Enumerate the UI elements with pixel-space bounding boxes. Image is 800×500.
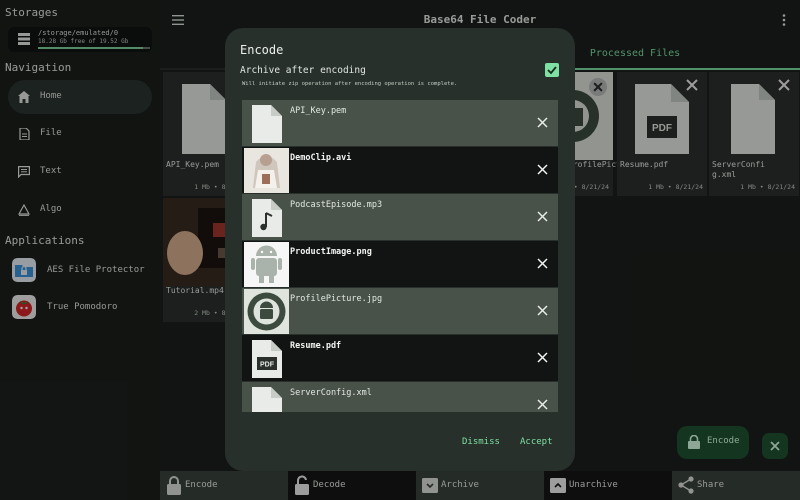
list-item[interactable]: ProfilePicture.jpg (242, 288, 558, 334)
file-name: DemoClip.avi (290, 153, 352, 163)
video-thumbnail (244, 148, 289, 193)
remove-icon[interactable] (537, 305, 548, 316)
list-item[interactable]: PDF Resume.pdf (242, 335, 558, 381)
dismiss-button[interactable]: Dismiss (462, 437, 500, 447)
remove-icon[interactable] (537, 352, 548, 363)
encode-dialog: Encode Archive after encoding Will initi… (225, 28, 575, 471)
archive-hint: Will initiate zip operation after encodi… (242, 81, 458, 87)
svg-text:PDF: PDF (260, 362, 275, 369)
remove-icon[interactable] (537, 117, 548, 128)
list-item[interactable]: API_Key.pem (242, 100, 558, 146)
list-item[interactable]: ServerConfig.xml (242, 382, 558, 412)
remove-icon[interactable] (537, 399, 548, 410)
file-name: API_Key.pem (290, 106, 347, 116)
check-icon (547, 66, 557, 75)
selected-files-list[interactable]: API_Key.pem DemoClip.avi PodcastEpisode.… (242, 100, 558, 412)
document-icon (252, 105, 282, 143)
image-thumbnail (244, 289, 289, 334)
file-name: Resume.pdf (290, 341, 342, 351)
file-name: PodcastEpisode.mp3 (290, 200, 383, 210)
list-item[interactable]: PodcastEpisode.mp3 (242, 194, 558, 240)
remove-icon[interactable] (537, 164, 548, 175)
list-item[interactable]: DemoClip.avi (242, 147, 558, 193)
music-note-icon (252, 199, 282, 237)
file-name: ServerConfig.xml (290, 388, 372, 398)
list-item[interactable]: ProductImage.png (242, 241, 558, 287)
document-icon (252, 387, 282, 412)
accept-button[interactable]: Accept (520, 437, 553, 447)
remove-icon[interactable] (537, 211, 548, 222)
dialog-title: Encode (240, 43, 284, 57)
file-name: ProductImage.png (290, 247, 372, 257)
archive-checkbox[interactable] (545, 63, 559, 77)
file-name: ProfilePicture.jpg (290, 294, 383, 304)
remove-icon[interactable] (537, 258, 548, 269)
pdf-icon: PDF (252, 340, 282, 378)
archive-after-encoding-label: Archive after encoding (240, 65, 366, 76)
image-thumbnail (244, 242, 289, 287)
